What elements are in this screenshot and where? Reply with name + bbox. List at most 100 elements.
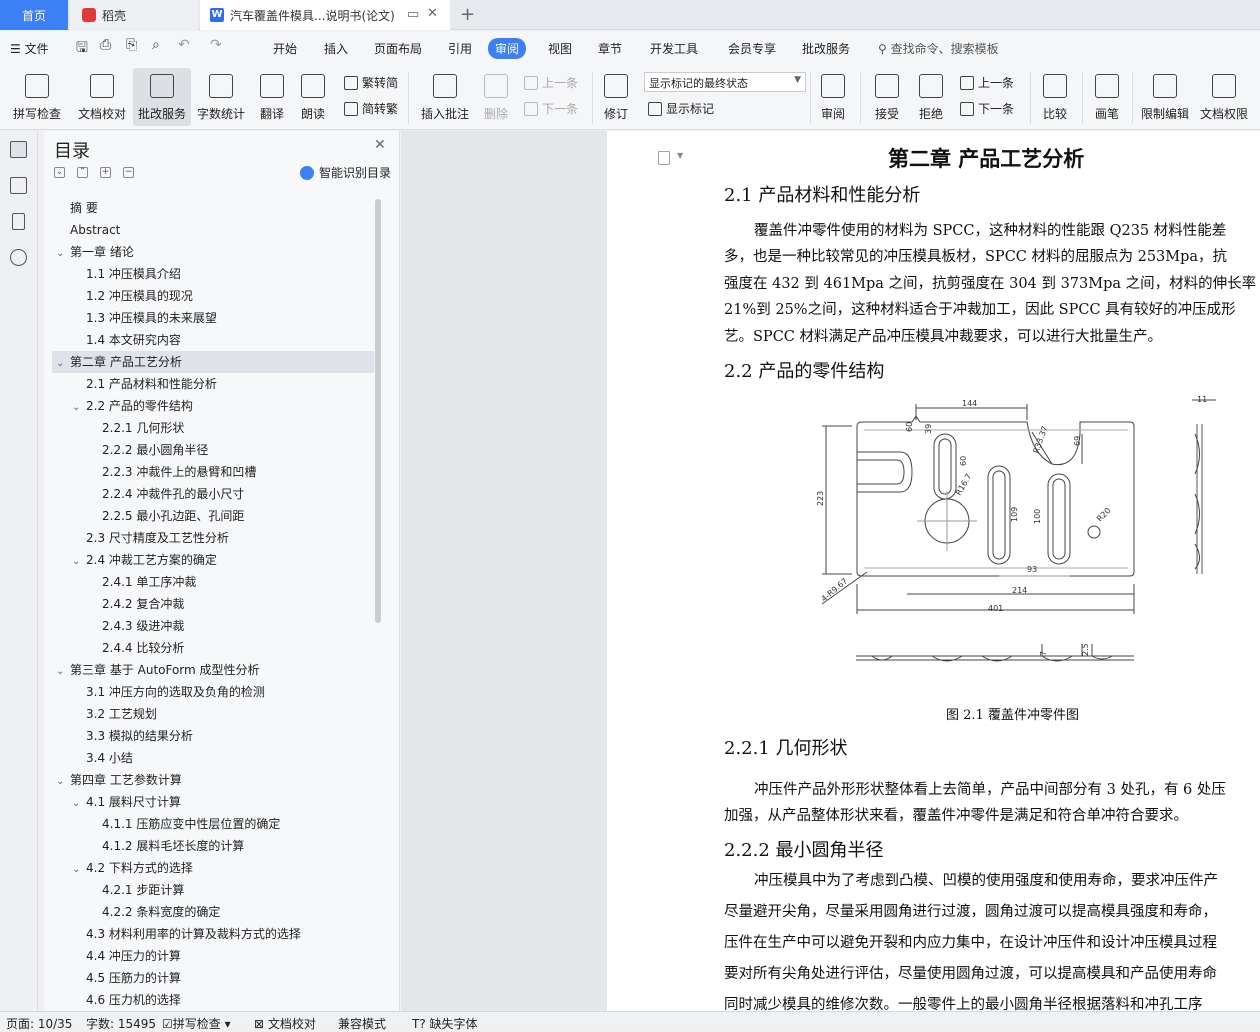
word-count-button[interactable]: 字数统计 (194, 68, 248, 126)
chevron-down-icon[interactable]: ▼ (677, 151, 683, 160)
compare-button[interactable]: 比较 (1036, 68, 1074, 126)
word-count[interactable]: 字数: 15495 (86, 1015, 156, 1032)
undo-icon[interactable]: ↶ (178, 37, 190, 53)
expand-all-icon[interactable]: ⌃ (77, 167, 88, 178)
toc-item[interactable]: 2.1 产品材料和性能分析 (52, 373, 374, 395)
status-doc-proof[interactable]: ⊠ 文档校对 (254, 1015, 316, 1032)
toc-item[interactable]: 2.4.2 复合冲裁 (52, 593, 374, 615)
toc-item[interactable]: 4.6 压力机的选择 (52, 989, 374, 1011)
menu-section[interactable]: 章节 (598, 40, 622, 57)
menu-start[interactable]: 开始 (273, 40, 297, 57)
tab-window-icon[interactable]: ▭ (407, 7, 419, 22)
prev-comment-button[interactable]: 上一条 (524, 74, 578, 91)
menu-devtools[interactable]: 开发工具 (650, 40, 698, 57)
toc-item[interactable]: 3.4 小结 (52, 747, 374, 769)
toc-item[interactable]: 摘 要 (52, 197, 374, 219)
menu-references[interactable]: 引用 (448, 40, 472, 57)
prev-change-button[interactable]: 上一条 (960, 74, 1014, 91)
toc-item[interactable]: ⌄ 4.2 下料方式的选择 (52, 857, 374, 879)
close-icon[interactable]: ✕ (374, 137, 386, 153)
menu-review[interactable]: 审阅 (488, 38, 527, 59)
doc-proof-button[interactable]: 文档校对 (74, 68, 130, 126)
toc-item[interactable]: 2.2.4 冲裁件孔的最小尺寸 (52, 483, 374, 505)
restrict-edit-button[interactable]: 限制编辑 (1138, 68, 1192, 126)
menu-layout[interactable]: 页面布局 (374, 40, 422, 57)
outline-icon[interactable] (10, 177, 27, 194)
toc-item[interactable]: 2.2.5 最小孔边距、孔间距 (52, 505, 374, 527)
toc-item[interactable]: ⌄ 第三章 基于 AutoForm 成型性分析 (52, 659, 374, 681)
toc-item[interactable]: 3.1 冲压方向的选取及负角的检测 (52, 681, 374, 703)
chevron-down-icon[interactable]: ⌄ (56, 353, 70, 375)
export-pdf-icon[interactable]: ⎙ (100, 37, 111, 53)
toc-item[interactable]: Abstract (52, 219, 374, 241)
toc-item[interactable]: 4.4 冲压力的计算 (52, 945, 374, 967)
toc-scrollbar[interactable] (375, 199, 381, 623)
toc-item[interactable]: 3.3 模拟的结果分析 (52, 725, 374, 747)
chevron-down-icon[interactable]: ⌄ (72, 793, 86, 815)
reject-button[interactable]: 拒绝 (912, 68, 950, 126)
toc-item[interactable]: 2.2.1 几何形状 (52, 417, 374, 439)
toc-item[interactable]: 3.2 工艺规划 (52, 703, 374, 725)
bookmark-icon[interactable] (12, 213, 25, 230)
toc-item[interactable]: 1.1 冲压模具介绍 (52, 263, 374, 285)
toc-item[interactable]: 1.4 本文研究内容 (52, 329, 374, 351)
menu-revise-service[interactable]: 批改服务 (802, 40, 850, 57)
save-icon[interactable]: 🖫 (76, 37, 88, 61)
toc-item[interactable]: 2.2.2 最小圆角半径 (52, 439, 374, 461)
revise-service-button[interactable]: 批改服务 (133, 68, 191, 126)
toc-item[interactable]: 2.4.3 级进冲裁 (52, 615, 374, 637)
spell-check-button[interactable]: 拼写检查 (8, 68, 66, 126)
chevron-down-icon[interactable]: ⌄ (56, 661, 70, 683)
show-markup-button[interactable]: 显示标记 (648, 100, 714, 117)
toc-item[interactable]: 2.4.1 单工序冲裁 (52, 571, 374, 593)
insert-comment-button[interactable]: 插入批注 (418, 68, 472, 126)
markup-state-select[interactable]: 显示标记的最终状态 ▼ (644, 72, 806, 92)
chevron-down-icon[interactable]: ⌄ (72, 551, 86, 573)
missing-font[interactable]: T? 缺失字体 (412, 1015, 478, 1032)
toc-item[interactable]: 2.3 尺寸精度及工艺性分析 (52, 527, 374, 549)
page-indicator[interactable]: 页面: 10/35 (6, 1015, 72, 1032)
simp-to-trad-button[interactable]: 简转繁 (344, 100, 398, 117)
add-heading-icon[interactable]: + (100, 167, 111, 178)
translate-button[interactable]: 翻译 (252, 68, 292, 126)
doc-permission-button[interactable]: 文档权限 (1196, 68, 1252, 126)
toc-item[interactable]: ⌄ 2.2 产品的零件结构 (52, 395, 374, 417)
toc-item[interactable]: 4.1.2 展料毛坯长度的计算 (52, 835, 374, 857)
chevron-down-icon[interactable]: ⌄ (72, 397, 86, 419)
toc-item[interactable]: 2.4.4 比较分析 (52, 637, 374, 659)
document-icon[interactable] (658, 151, 670, 165)
remove-heading-icon[interactable]: − (123, 167, 134, 178)
read-aloud-button[interactable]: 朗读 (296, 68, 330, 126)
chevron-down-icon[interactable]: ⌄ (56, 243, 70, 265)
delete-comment-button[interactable]: 删除 (476, 68, 516, 126)
tab-home[interactable]: 首页 (0, 0, 68, 30)
chevron-down-icon[interactable]: ⌄ (56, 771, 70, 793)
review-pane-button[interactable]: 审阅 (814, 68, 852, 126)
menu-member[interactable]: 会员专享 (728, 40, 776, 57)
toc-item[interactable]: 1.3 冲压模具的未来展望 (52, 307, 374, 329)
toc-item[interactable]: 1.2 冲压模具的现况 (52, 285, 374, 307)
next-comment-button[interactable]: 下一条 (524, 100, 578, 117)
command-search[interactable]: ⚲ 查找命令、搜索模板 (878, 40, 999, 57)
collapse-all-icon[interactable]: ⌄ (54, 167, 65, 178)
tab-document[interactable]: W 汽车覆盖件模具...说明书(论文) ▭ ✕ (200, 0, 450, 30)
menu-view[interactable]: 视图 (548, 40, 572, 57)
menu-insert[interactable]: 插入 (324, 40, 348, 57)
status-spell-check[interactable]: ☑拼写检查 ▾ (162, 1015, 231, 1032)
toc-item[interactable]: 4.3 材料利用率的计算及裁料方式的选择 (52, 923, 374, 945)
tab-close-icon[interactable]: ✕ (427, 6, 438, 21)
redo-icon[interactable]: ↷ (210, 37, 222, 53)
new-tab-icon[interactable]: + (460, 4, 475, 25)
toc-icon[interactable] (10, 141, 27, 158)
trad-to-simp-button[interactable]: 繁转简 (344, 74, 398, 91)
toc-item[interactable]: 4.5 压筋力的计算 (52, 967, 374, 989)
toc-item[interactable]: 4.2.1 步距计算 (52, 879, 374, 901)
print-preview-icon[interactable]: ⌕ (152, 37, 160, 53)
search-icon[interactable] (10, 249, 27, 266)
tab-daoke[interactable]: 稻壳 (70, 0, 198, 30)
toc-item[interactable]: 2.2.3 冲裁件上的悬臂和凹槽 (52, 461, 374, 483)
toc-item[interactable]: ⌄ 第四章 工艺参数计算 (52, 769, 374, 791)
file-menu[interactable]: ☰ 文件 (10, 40, 49, 57)
smart-toc-button[interactable]: 智能识别目录 (300, 164, 391, 181)
track-changes-button[interactable]: 修订 (597, 68, 635, 126)
